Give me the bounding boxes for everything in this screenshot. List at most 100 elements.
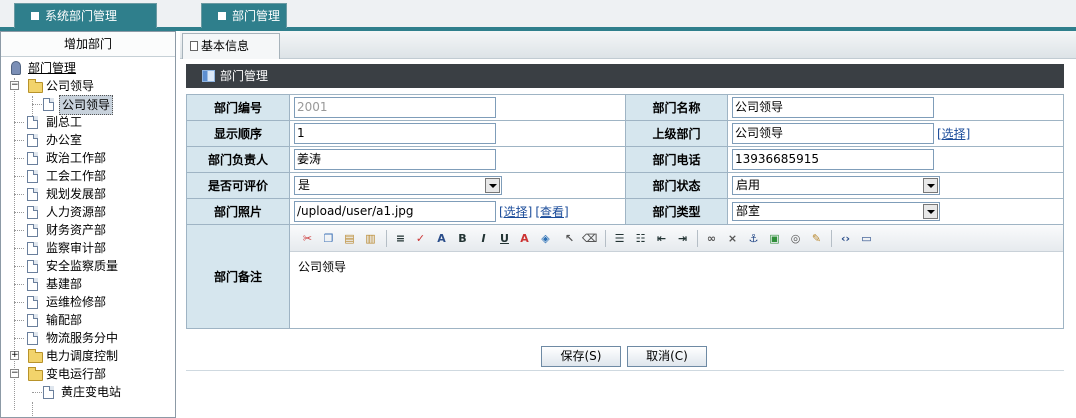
paste-text-icon[interactable]: ▥ [363, 231, 378, 246]
photo-label: 部门照片 [186, 198, 290, 225]
paste-icon[interactable]: ▤ [342, 231, 357, 246]
document-icon [27, 152, 38, 165]
tab-basic-info[interactable]: 基本信息 [182, 33, 280, 59]
order-input[interactable]: 1 [294, 123, 496, 144]
editor-toolbar: ✂ ❐ ▤ ▥ ≡ ✓ A B I U A ◈ ↖ ⌫ ☰ ☷ ⇤ ⇥ ∞ ⨯ … [290, 225, 1063, 252]
tab-label: 基本信息 [201, 39, 250, 53]
tab-system-department[interactable]: 系统部门管理 [14, 3, 157, 28]
phone-input[interactable]: 13936685915 [732, 149, 934, 170]
tab-department-management[interactable]: 部门管理 [201, 3, 287, 28]
tree-line [14, 212, 24, 213]
list-icon[interactable]: ☷ [633, 231, 648, 246]
tree-node-selected[interactable]: 公司领导 [1, 95, 171, 115]
remark-editor: ✂ ❐ ▤ ▥ ≡ ✓ A B I U A ◈ ↖ ⌫ ☰ ☷ ⇤ ⇥ ∞ ⨯ … [289, 224, 1064, 329]
anchor-icon[interactable]: ⚓ [746, 231, 761, 246]
photo-cell: /upload/user/a1.jpg [选择] [查看] [289, 198, 626, 225]
tree-node[interactable]: 黄庄变电站 [1, 383, 171, 401]
bold-icon[interactable]: B [455, 231, 470, 246]
chevron-down-icon[interactable] [485, 178, 500, 193]
font-size-icon[interactable]: A [434, 231, 449, 246]
tree-node-label: 财务资产部 [46, 223, 107, 237]
dept-name-label: 部门名称 [625, 94, 728, 121]
tree-node[interactable]: 运维检修部 [1, 293, 171, 311]
tree-node[interactable]: 工会工作部 [1, 167, 171, 185]
eraser-icon[interactable]: ⌫ [582, 231, 598, 246]
add-department-header[interactable]: 增加部门 [1, 32, 175, 57]
manager-cell: 姜涛 [289, 146, 626, 173]
tree-node[interactable]: − 公司领导 [1, 77, 171, 95]
dept-no-input[interactable]: 2001 [294, 97, 496, 118]
underline-icon[interactable]: U [497, 231, 512, 246]
tree-node-label: 变电运行部 [46, 367, 107, 381]
tree-node[interactable]: 财务资产部 [1, 221, 171, 239]
photo-view-link[interactable]: [查看] [535, 205, 568, 219]
chevron-down-icon[interactable] [923, 204, 938, 219]
indent-icon[interactable]: ⇥ [675, 231, 690, 246]
tree-node[interactable]: 政治工作部 [1, 149, 171, 167]
tree-node-label: 黄庄变电站 [61, 385, 122, 399]
parent-input[interactable]: 公司领导 [732, 123, 934, 144]
unlink-icon[interactable]: ⨯ [725, 231, 740, 246]
type-select[interactable]: 部室 [732, 202, 940, 221]
folder-open-icon [28, 367, 43, 381]
tree-node-label: 物流服务分中 [46, 331, 119, 345]
sub-tab-strip: 基本信息 [180, 31, 1076, 59]
tree-node[interactable]: + 电力调度控制 [1, 347, 171, 365]
document-icon [43, 98, 54, 111]
spell-icon[interactable]: ✓ [413, 231, 428, 246]
tree-node[interactable]: 办公室 [1, 131, 171, 149]
tree-node[interactable]: − 变电运行部 [1, 365, 171, 383]
outdent-icon[interactable]: ⇤ [654, 231, 669, 246]
chevron-down-icon[interactable] [923, 178, 938, 193]
tree-node-label: 人力资源部 [46, 205, 107, 219]
tree-node[interactable]: 副总工 [1, 113, 171, 131]
photo-select-link[interactable]: [选择] [499, 205, 532, 219]
department-tree-panel: 增加部门 部门管理 − 公司领导 公司领导 副总工 办公室 政治工作部 工会工作… [0, 31, 176, 418]
order-label: 显示顺序 [186, 120, 290, 147]
editor-body[interactable]: 公司领导 [290, 252, 1063, 281]
expand-icon[interactable]: + [10, 351, 19, 360]
save-button[interactable]: 保存(S) [541, 346, 621, 367]
tree-node[interactable]: 基建部 [1, 275, 171, 293]
highlight-icon[interactable]: ◈ [538, 231, 553, 246]
copy-icon[interactable]: ❐ [321, 231, 336, 246]
tab-label: 系统部门管理 [45, 9, 118, 23]
tree-line [14, 266, 24, 267]
tree-root[interactable]: 部门管理 [9, 59, 169, 77]
cancel-button[interactable]: 取消(C) [627, 346, 707, 367]
collapse-icon[interactable]: − [10, 369, 19, 378]
font-color-icon[interactable]: A [517, 231, 532, 246]
image-icon[interactable]: ▣ [767, 231, 782, 246]
align-icon[interactable]: ☰ [612, 231, 627, 246]
tree-node[interactable]: 人力资源部 [1, 203, 171, 221]
format-icon[interactable]: ≡ [393, 231, 408, 246]
cut-icon[interactable]: ✂ [300, 231, 315, 246]
photo-input[interactable]: /upload/user/a1.jpg [294, 201, 496, 222]
select-icon[interactable]: ↖ [562, 231, 577, 246]
tree-node[interactable]: 规划发展部 [1, 185, 171, 203]
link-icon[interactable]: ∞ [704, 231, 719, 246]
tree-line [14, 122, 24, 123]
document-icon [27, 332, 38, 345]
collapse-icon[interactable]: − [10, 81, 19, 90]
edit-icon[interactable]: ✎ [809, 231, 824, 246]
italic-icon[interactable]: I [476, 231, 491, 246]
tree-root-label: 部门管理 [28, 61, 77, 75]
status-select[interactable]: 启用 [732, 176, 940, 195]
tree-node-label: 办公室 [46, 133, 83, 147]
eval-select[interactable]: 是 [294, 176, 502, 195]
fullscreen-icon[interactable]: ▭ [859, 231, 874, 246]
tree-node[interactable]: 输配部 [1, 311, 171, 329]
type-label: 部门类型 [625, 198, 728, 225]
section-title: 部门管理 [220, 69, 269, 83]
tree-node[interactable]: 物流服务分中 [1, 329, 171, 347]
dept-name-input[interactable]: 公司领导 [732, 97, 934, 118]
flash-icon[interactable]: ◎ [788, 231, 803, 246]
source-icon[interactable]: ‹› [838, 231, 853, 246]
tree-node[interactable]: 安全监察质量 [1, 257, 171, 275]
tree-node[interactable]: 监察审计部 [1, 239, 171, 257]
manager-input[interactable]: 姜涛 [294, 149, 496, 170]
tree-line [14, 338, 24, 339]
parent-select-link[interactable]: [选择] [937, 127, 970, 141]
document-icon [27, 314, 38, 327]
